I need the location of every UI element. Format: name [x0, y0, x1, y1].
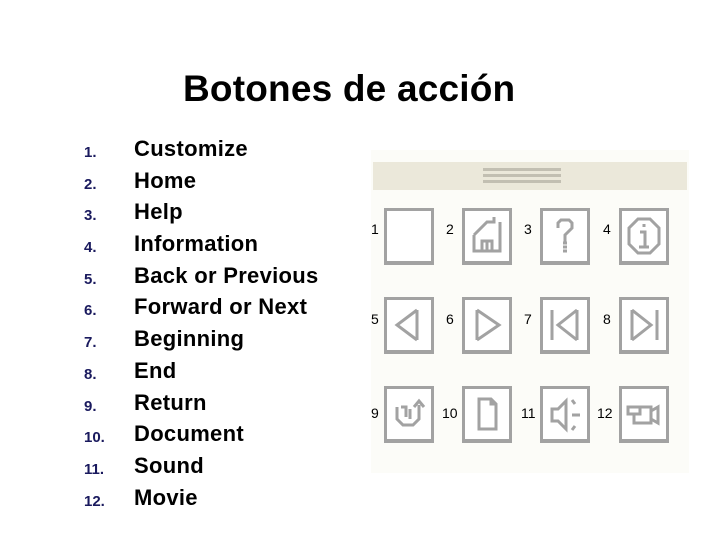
forward-triangle-icon — [475, 308, 502, 342]
beginning-icon — [550, 308, 579, 342]
list-label: End — [134, 357, 177, 383]
button-number: 1 — [371, 221, 379, 237]
action-buttons-toolbar: 1 2 3 4 5 6 7 8 9 10 11 12 — [371, 150, 689, 473]
list-label: Help — [134, 199, 183, 225]
list-number: 6. — [84, 302, 97, 320]
button-number: 10 — [442, 405, 458, 421]
grip-line — [483, 168, 561, 171]
list-number: 10. — [84, 429, 105, 447]
sound-icon — [550, 397, 580, 433]
list-label: Movie — [134, 484, 198, 510]
end-button[interactable] — [619, 297, 669, 354]
list-label: Return — [134, 389, 207, 415]
slide-title: Botones de acción — [183, 68, 516, 109]
list-label: Document — [134, 421, 244, 447]
information-icon — [627, 217, 661, 255]
button-number: 3 — [524, 221, 532, 237]
button-number: 6 — [446, 311, 454, 327]
list-number: 7. — [84, 334, 97, 352]
return-icon — [395, 398, 426, 427]
movie-button[interactable] — [619, 386, 669, 443]
return-button[interactable] — [384, 386, 434, 443]
button-number: 8 — [603, 311, 611, 327]
end-icon — [630, 308, 659, 342]
list-number: 11. — [84, 460, 105, 478]
document-icon — [477, 397, 498, 431]
list-number: 12. — [84, 492, 105, 510]
list-number: 2. — [84, 175, 97, 193]
toolbar-title-bar[interactable] — [373, 162, 687, 190]
help-question-icon — [556, 218, 574, 253]
forward-button[interactable] — [462, 297, 512, 354]
list-label: Sound — [134, 452, 204, 478]
document-button[interactable] — [462, 386, 512, 443]
help-button[interactable] — [540, 208, 590, 265]
list-number: 4. — [84, 239, 97, 257]
list-label: Customize — [134, 136, 248, 161]
home-button[interactable] — [462, 208, 512, 265]
back-triangle-icon — [394, 308, 419, 342]
movie-icon — [626, 404, 660, 426]
list-number: 1. — [84, 144, 97, 161]
back-button[interactable] — [384, 297, 434, 354]
list-label: Forward or Next — [134, 294, 308, 320]
button-number: 2 — [446, 221, 454, 237]
list-number: 3. — [84, 207, 97, 225]
sound-button[interactable] — [540, 386, 590, 443]
information-button[interactable] — [619, 208, 669, 265]
grip-line — [483, 180, 561, 183]
list-number: 5. — [84, 270, 97, 288]
grip-line — [483, 174, 561, 177]
list-label: Beginning — [134, 326, 245, 352]
list-label: Home — [134, 167, 197, 193]
button-number: 12 — [597, 405, 613, 421]
button-number: 9 — [371, 405, 379, 421]
button-number: 4 — [603, 221, 611, 237]
home-icon — [472, 217, 502, 253]
list-number: 8. — [84, 365, 97, 383]
list-label: Back or Previous — [134, 262, 319, 288]
button-number: 11 — [521, 405, 536, 421]
custom-button[interactable] — [384, 208, 434, 265]
list-number: 9. — [84, 397, 97, 415]
custom-blank-icon — [387, 211, 431, 261]
button-number: 5 — [371, 311, 379, 327]
list-label: Information — [134, 231, 259, 257]
button-number: 7 — [524, 311, 532, 327]
beginning-button[interactable] — [540, 297, 590, 354]
